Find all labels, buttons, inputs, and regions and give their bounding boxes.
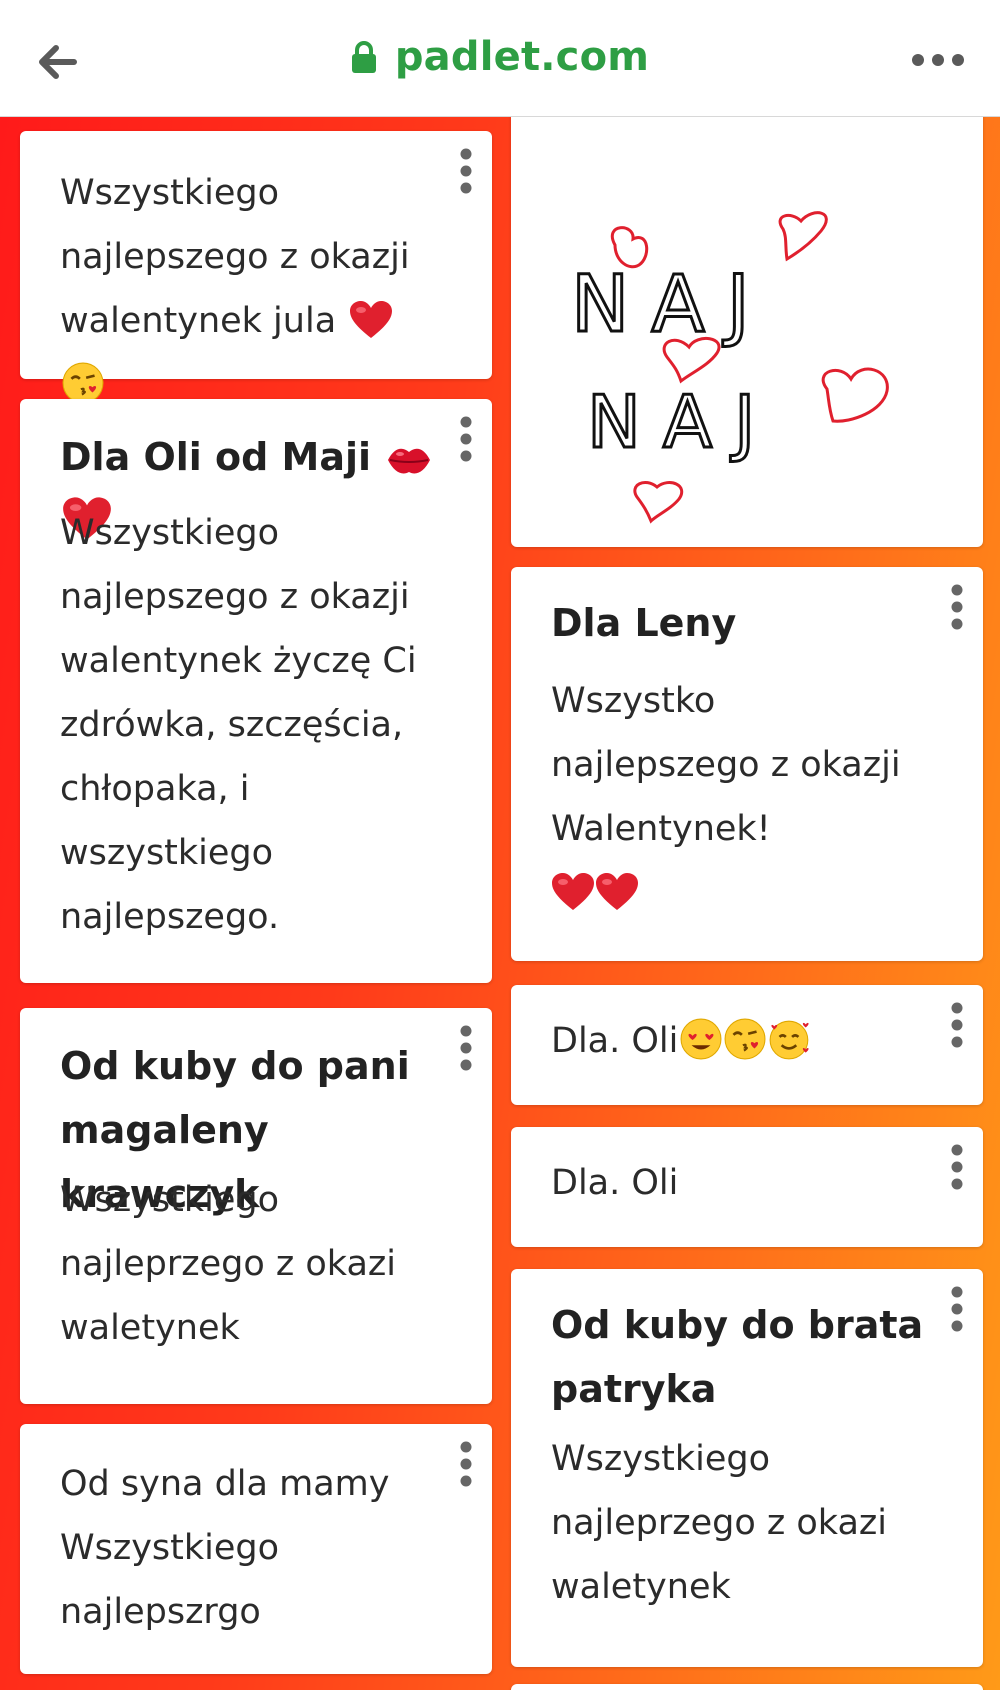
- post-body-text: Dla. Oli: [551, 1021, 679, 1061]
- address-bar[interactable]: padlet.com: [0, 34, 1000, 80]
- post-card[interactable]: Wszystkiego najlepszego z okazji walenty…: [20, 131, 492, 404]
- post-card[interactable]: Dla. Oli: [511, 1127, 983, 1247]
- post-menu-icon[interactable]: [454, 1440, 478, 1488]
- kissing-face-emoji-icon: [724, 1018, 766, 1060]
- post-menu-icon[interactable]: [945, 1285, 969, 1333]
- post-card[interactable]: Dla Oli od Maji Wszystkiego najlepszego …: [20, 399, 492, 983]
- post-menu-icon[interactable]: [454, 1024, 478, 1072]
- heart-emoji-icon: [551, 872, 595, 912]
- drawing-text: NAJ: [587, 380, 777, 464]
- url-text: padlet.com: [394, 34, 650, 80]
- post-title: Dla Leny: [551, 601, 737, 645]
- heart-emoji-icon: [349, 300, 393, 340]
- post-card[interactable]: Dla. Oli: [511, 985, 983, 1105]
- post-menu-icon[interactable]: [454, 147, 478, 195]
- more-horizontal-icon: [912, 54, 964, 66]
- lock-icon: [351, 41, 376, 73]
- heart-emoji-icon: [595, 872, 639, 912]
- post-menu-icon[interactable]: [454, 415, 478, 463]
- more-options-button[interactable]: [910, 42, 966, 78]
- post-body: Dla. Oli: [551, 1009, 935, 1073]
- drawing-text: NAJ: [571, 260, 772, 350]
- heart-eyes-emoji-icon: [680, 1018, 722, 1060]
- post-body: Dla. Oli: [551, 1163, 679, 1203]
- post-body-text: Wszystko najlepszego z okazji Walentynek…: [551, 681, 901, 849]
- post-title-text: Dla Oli od Maji: [60, 435, 372, 479]
- post-card[interactable]: Dla Leny Wszystko najlepszego z okazji W…: [511, 567, 983, 961]
- post-body: Wszystkiego najlepszego z okazji walenty…: [60, 513, 417, 937]
- drawing-post-card[interactable]: NAJ NAJ: [511, 117, 983, 547]
- post-body: Wszystkiego najleprzego z okazi waletyne…: [60, 1180, 396, 1348]
- kissing-face-emoji-icon: [62, 362, 104, 404]
- smiling-hearts-emoji-icon: [769, 1020, 809, 1060]
- kiss-lips-emoji-icon: [388, 448, 431, 474]
- padlet-board: Wszystkiego najlepszego z okazji walenty…: [0, 117, 1000, 1690]
- post-body: Wszystkiego najleprzego z okazi waletyne…: [551, 1439, 887, 1607]
- post-body: Od syna dla mamy Wszystkiego najlepszrgo: [60, 1464, 390, 1632]
- browser-toolbar: padlet.com: [0, 0, 1000, 117]
- post-card[interactable]: Od kuby do brata patryka Wszystkiego naj…: [511, 1269, 983, 1667]
- post-card[interactable]: Od kuby do pani magaleny krawczyk Wszyst…: [20, 1008, 492, 1404]
- post-body: Wszystkiego najlepszego z okazji walenty…: [60, 161, 444, 417]
- post-menu-icon[interactable]: [945, 1001, 969, 1049]
- post-menu-icon[interactable]: [945, 583, 969, 631]
- post-menu-icon[interactable]: [945, 1143, 969, 1191]
- hearts-drawing-icon: NAJ NAJ: [570, 211, 889, 524]
- post-body: Wszystko najlepszego z okazji Walentynek…: [551, 669, 935, 925]
- post-title: Od kuby do brata patryka: [551, 1303, 924, 1411]
- post-card[interactable]: [511, 1684, 983, 1690]
- post-card[interactable]: Od syna dla mamy Wszystkiego najlepszrgo: [20, 1424, 492, 1674]
